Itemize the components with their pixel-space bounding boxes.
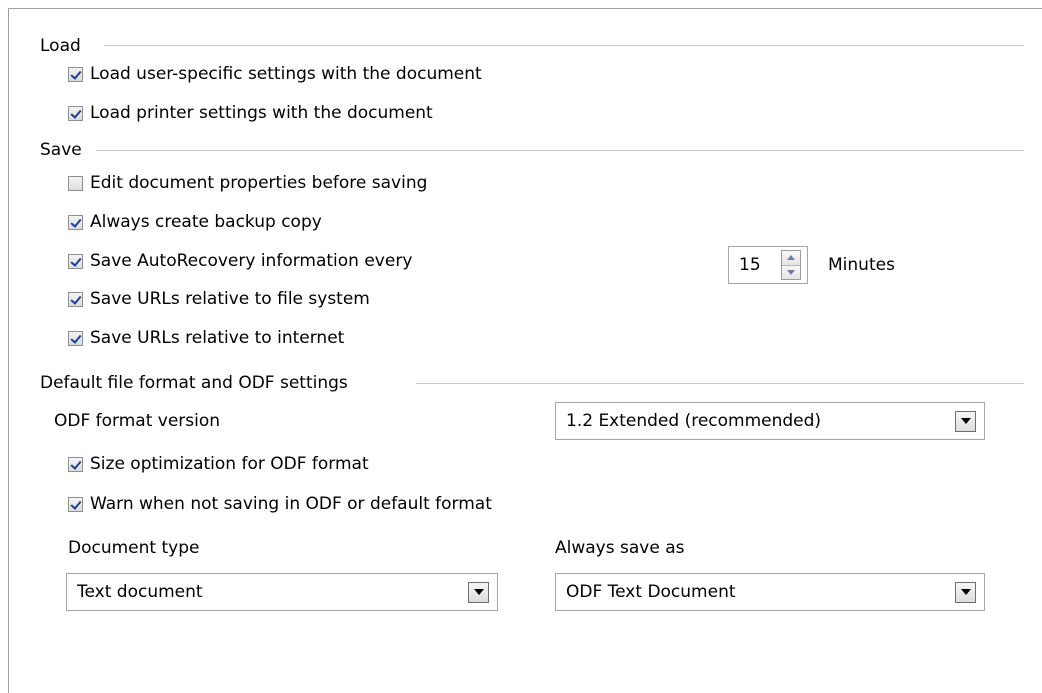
checkbox-label: Always create backup copy (90, 212, 322, 232)
odf-version-dropdown[interactable]: 1.2 Extended (recommended) (555, 402, 985, 440)
checkbox-label: Save URLs relative to internet (90, 328, 345, 348)
always-save-as-label: Always save as (555, 538, 685, 558)
checkbox-box[interactable] (68, 214, 83, 230)
spin-up-button[interactable] (782, 251, 800, 266)
autorecovery-minutes-value[interactable]: 15 (729, 247, 781, 283)
document-type-dropdown[interactable]: Text document (66, 573, 498, 611)
checkbox-urls-internet[interactable]: Save URLs relative to internet (68, 326, 344, 350)
chevron-down-icon (960, 589, 971, 595)
checkbox-box[interactable] (68, 66, 83, 82)
section-divider (104, 45, 1024, 46)
chevron-down-icon (960, 418, 971, 424)
checkbox-label: Warn when not saving in ODF or default f… (90, 494, 492, 514)
checkbox-box[interactable] (68, 105, 83, 121)
checkbox-label: Save AutoRecovery information every (90, 251, 413, 271)
odf-version-value: 1.2 Extended (recommended) (566, 411, 822, 431)
checkbox-backup-copy[interactable]: Always create backup copy (68, 210, 322, 234)
checkbox-box[interactable] (68, 456, 83, 472)
checkbox-label: Size optimization for ODF format (90, 454, 369, 474)
checkbox-autorecovery[interactable]: Save AutoRecovery information every (68, 249, 412, 273)
section-divider (416, 383, 1024, 384)
checkbox-size-optimization[interactable]: Size optimization for ODF format (68, 452, 369, 476)
arrow-down-icon (787, 269, 795, 275)
dropdown-button[interactable] (955, 581, 976, 603)
section-divider (96, 150, 1024, 151)
checkbox-box[interactable] (68, 175, 83, 191)
checkbox-warn-not-odf[interactable]: Warn when not saving in ODF or default f… (68, 492, 492, 516)
checkbox-load-user-settings[interactable]: Load user-specific settings with the doc… (68, 62, 482, 86)
checkbox-box[interactable] (68, 496, 83, 512)
spin-down-button[interactable] (782, 265, 800, 279)
always-save-as-value: ODF Text Document (566, 582, 736, 602)
arrow-up-icon (787, 255, 795, 261)
autorecovery-minutes-spinbox[interactable]: 15 (728, 246, 808, 284)
odf-version-label: ODF format version (54, 411, 221, 431)
spin-buttons (781, 250, 801, 280)
checkbox-box[interactable] (68, 291, 83, 307)
document-type-value: Text document (77, 582, 203, 602)
always-save-as-dropdown[interactable]: ODF Text Document (555, 573, 985, 611)
checkbox-label: Save URLs relative to file system (90, 289, 370, 309)
section-title-load: Load (40, 36, 81, 56)
checkbox-load-printer-settings[interactable]: Load printer settings with the document (68, 101, 433, 125)
checkbox-box[interactable] (68, 330, 83, 346)
document-type-label: Document type (68, 538, 200, 558)
checkbox-label: Load user-specific settings with the doc… (90, 64, 482, 84)
checkbox-urls-file-system[interactable]: Save URLs relative to file system (68, 287, 370, 311)
checkbox-label: Edit document properties before saving (90, 173, 428, 193)
dropdown-button[interactable] (468, 581, 489, 603)
checkbox-box[interactable] (68, 253, 83, 269)
section-title-odf: Default file format and ODF settings (40, 373, 348, 393)
chevron-down-icon (473, 589, 484, 595)
checkbox-edit-properties[interactable]: Edit document properties before saving (68, 171, 427, 195)
checkbox-label: Load printer settings with the document (90, 103, 433, 123)
section-title-save: Save (40, 140, 82, 160)
dropdown-button[interactable] (955, 410, 976, 432)
minutes-unit-label: Minutes (828, 255, 895, 275)
